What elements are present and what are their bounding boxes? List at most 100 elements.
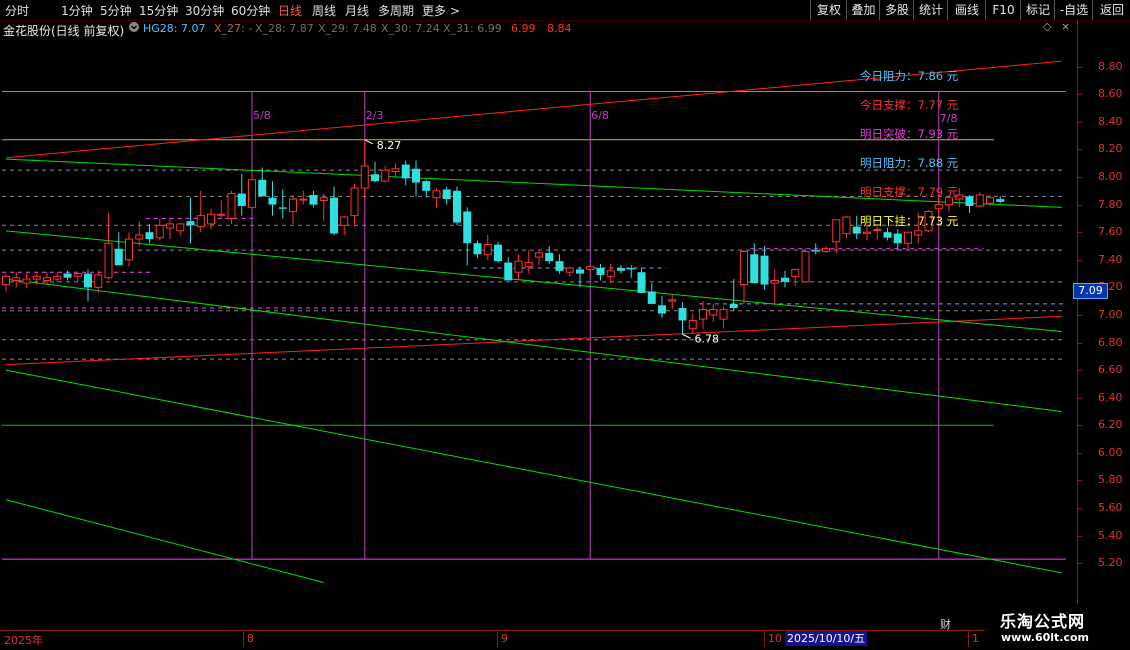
candlestick-chart[interactable]: 5/8 2/3 6/8 7/8 8.27 6.78	[0, 0, 1077, 630]
watermark-url: www.60lt.com	[1001, 631, 1090, 644]
high-price-label: 8.27	[377, 139, 402, 152]
y-tick-mark	[1078, 452, 1082, 454]
annotation-label: 明日下挂：	[860, 214, 918, 228]
candle-body	[606, 270, 615, 277]
trend-line	[5, 230, 1062, 332]
x-separator	[764, 631, 765, 647]
y-tick-mark	[1078, 121, 1082, 123]
candle-body	[576, 269, 584, 274]
candle-body	[914, 230, 923, 236]
candle-body	[463, 211, 472, 244]
y-tick-label: 8.20	[1098, 142, 1123, 156]
annotation-tomorrow-resistance: 明日阻力：7.88 元	[860, 155, 958, 171]
candle-body	[227, 193, 236, 219]
candle-body	[268, 197, 277, 205]
annotation-label: 明日支撑：	[860, 185, 918, 199]
annotation-today-resistance: 今日阻力：7.86 元	[860, 68, 958, 84]
candle-body	[986, 197, 994, 204]
x-label-sep: 9	[501, 632, 508, 645]
candle-body	[84, 273, 92, 288]
annotation-tomorrow-support: 明日支撑：7.79 元	[860, 184, 958, 200]
fib-label: 2/3	[366, 109, 384, 122]
candle-body	[248, 179, 256, 208]
candle-body	[637, 272, 646, 293]
candle-body	[617, 268, 625, 271]
candle-body	[688, 319, 697, 330]
candle-body	[104, 242, 113, 279]
current-price-box: 7.09	[1073, 283, 1108, 299]
fib-label: 6/8	[591, 109, 609, 122]
candle-body	[330, 197, 338, 234]
finance-marker[interactable]: 财	[940, 616, 951, 632]
y-tick-label: 5.80	[1098, 473, 1123, 487]
candle-body	[289, 198, 297, 213]
watermark-logo: 乐淘公式网 www.60lt.com	[985, 604, 1130, 650]
candle-body	[196, 215, 205, 228]
candle-body	[309, 194, 318, 205]
candle-body	[996, 199, 1005, 202]
watermark-title: 乐淘公式网	[1000, 612, 1086, 631]
candle-body	[94, 274, 103, 288]
y-tick-label: 6.40	[1098, 390, 1123, 404]
candle-body	[381, 169, 390, 182]
candle-body	[12, 277, 21, 281]
y-tick-label: 7.00	[1098, 307, 1123, 321]
candle-body	[678, 308, 687, 321]
y-tick-label: 7.60	[1098, 225, 1123, 239]
candle-body	[729, 303, 738, 309]
y-tick-label: 8.00	[1098, 170, 1123, 184]
candle-body	[176, 223, 185, 232]
x-separator	[968, 631, 969, 647]
candle-body	[319, 197, 328, 201]
trend-line	[5, 278, 1062, 412]
y-tick-label: 8.80	[1098, 59, 1123, 73]
candle-body	[2, 275, 10, 286]
candle-body	[391, 168, 400, 173]
candle-body	[965, 196, 974, 206]
candle-body	[627, 268, 636, 270]
y-tick-label: 6.00	[1098, 445, 1123, 459]
annotation-value: 7.93 元	[917, 127, 959, 141]
candle-body	[360, 165, 369, 189]
annotation-value: 7.86 元	[917, 69, 959, 83]
y-tick-mark	[1078, 149, 1082, 151]
candle-body	[453, 190, 461, 223]
y-tick-mark	[1078, 480, 1082, 482]
candle-body	[750, 254, 759, 284]
candle-body	[740, 251, 748, 286]
candle-body	[668, 299, 677, 302]
y-tick-label: 8.60	[1098, 87, 1123, 101]
candle-body	[155, 224, 164, 239]
trend-line	[5, 499, 324, 584]
y-tick-mark	[1078, 259, 1082, 261]
candle-body	[504, 262, 513, 281]
y-tick-mark	[1078, 563, 1082, 565]
candle-body	[432, 190, 441, 199]
annotation-label: 明日突破：	[860, 127, 918, 141]
y-tick-label: 6.20	[1098, 418, 1123, 432]
candle-body	[207, 213, 215, 225]
candle-body	[53, 275, 62, 280]
candle-body	[893, 233, 902, 244]
x-label-oct: 10	[768, 632, 782, 645]
cursor-date-box: 2025/10/10/五	[785, 631, 868, 646]
annotation-label: 明日阻力：	[860, 156, 918, 170]
candle-body	[873, 228, 882, 231]
candle-body	[278, 207, 287, 209]
y-tick-mark	[1078, 232, 1082, 234]
candle-body	[73, 273, 82, 277]
candle-body	[565, 267, 574, 273]
candle-body	[863, 231, 871, 235]
annotation-label: 今日支撑：	[860, 98, 918, 112]
y-tick-label: 5.20	[1098, 556, 1123, 570]
candle-body	[832, 219, 841, 243]
x-label-year: 2025年	[4, 634, 43, 647]
annotation-value: 7.73 元	[917, 214, 959, 228]
low-price-label: 6.78	[695, 332, 720, 345]
candle-body	[975, 194, 984, 207]
candle-body	[801, 251, 810, 283]
candle-body	[658, 305, 666, 314]
back-button[interactable]: 返回	[1092, 0, 1130, 20]
y-tick-label: 5.60	[1098, 501, 1123, 515]
x-label-aug: 8	[247, 632, 254, 645]
